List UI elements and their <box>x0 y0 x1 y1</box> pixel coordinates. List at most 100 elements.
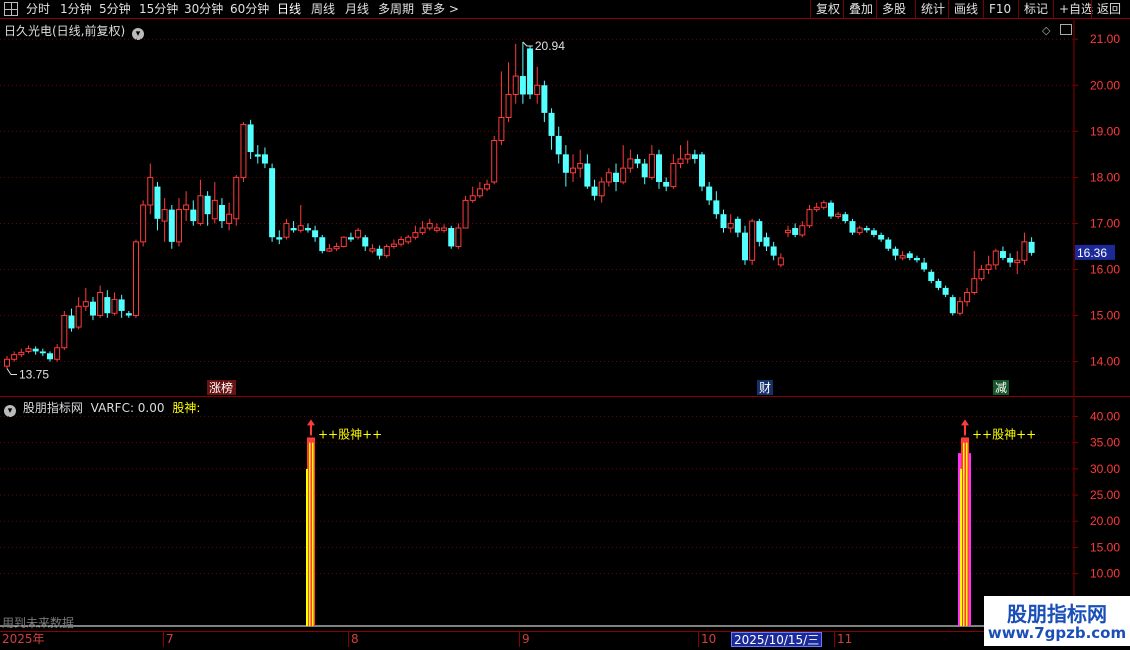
watermark-title: 股朋指标网 <box>1007 602 1107 626</box>
indicator-chart[interactable]: 40.00 35.00 30.00 25.00 20.00 15.00 10.00 ++股神… <box>0 398 1130 630</box>
toolbar-button-3[interactable]: 统计 <box>915 0 950 19</box>
candle-body <box>720 214 727 229</box>
indicator-tick-label: 35.00 <box>1090 436 1120 450</box>
date-label-oct: 10 <box>698 632 716 647</box>
low-marker <box>6 368 17 375</box>
date-label-jul: 7 <box>163 632 174 647</box>
period-10[interactable]: 更多 > <box>421 1 459 18</box>
toolbar-button-4[interactable]: 画线 <box>948 0 983 19</box>
period-9[interactable]: 多周期 <box>378 1 414 18</box>
period-8[interactable]: 月线 <box>345 1 369 18</box>
candle-body <box>971 278 978 293</box>
period-7[interactable]: 周线 <box>311 1 335 18</box>
candle-body <box>46 353 53 360</box>
candle-body <box>620 167 627 183</box>
candle-body <box>741 232 748 261</box>
candle-body <box>992 250 999 266</box>
signal-bar-red <box>307 437 315 626</box>
candles <box>4 41 1035 369</box>
candle-body <box>498 117 505 142</box>
period-3[interactable]: 15分钟 <box>139 1 178 18</box>
candle-body <box>218 205 225 222</box>
candle-body <box>942 287 949 295</box>
period-2[interactable]: 5分钟 <box>99 1 131 18</box>
candle-body <box>949 297 956 314</box>
signal-bar-yellow <box>309 442 311 626</box>
signal-arrowhead <box>961 419 969 426</box>
candle-body <box>591 186 598 196</box>
date-label-sep: 9 <box>519 632 530 647</box>
candle-body <box>799 225 806 236</box>
candle-body <box>784 229 791 234</box>
indicator-tick-label: 25.00 <box>1090 488 1120 502</box>
toolbar-button-2[interactable]: 多股 <box>876 0 911 19</box>
candle-body <box>512 75 519 95</box>
candle-body <box>727 222 734 229</box>
candle-body <box>261 154 268 164</box>
candle-body <box>89 301 96 316</box>
candle-body <box>283 222 290 238</box>
candle-body <box>412 232 419 238</box>
candle-body <box>197 195 204 224</box>
signal-bars: ++股神++ ++股神++ <box>306 419 1036 626</box>
toolbar-button-6[interactable]: 标记 <box>1018 0 1053 19</box>
candle-body <box>677 158 684 165</box>
candle-body <box>426 222 433 229</box>
candle-body <box>562 154 569 173</box>
candle-body <box>441 227 448 231</box>
period-5[interactable]: 60分钟 <box>230 1 269 18</box>
high-marker <box>522 41 533 47</box>
toolbar-button-1[interactable]: 叠加 <box>843 0 878 19</box>
period-0[interactable]: 分时 <box>26 1 50 18</box>
period-1[interactable]: 1分钟 <box>60 1 92 18</box>
candle-body <box>1014 259 1021 264</box>
candle-body <box>570 167 577 174</box>
candle-body <box>190 209 197 222</box>
candle-body <box>32 348 39 352</box>
candle-body <box>233 176 240 220</box>
candle-body <box>140 204 147 243</box>
candle-body <box>878 234 885 240</box>
candle-body <box>340 236 347 247</box>
candle-body <box>734 218 741 233</box>
toolbar-button-5[interactable]: F10 <box>983 0 1016 19</box>
candle-body <box>304 228 311 231</box>
candle-body <box>634 158 641 164</box>
candle-body <box>835 213 842 218</box>
watermark: 股朋指标网 www.7gpzb.com <box>984 596 1130 646</box>
price-tick-label: 21.00 <box>1090 32 1120 46</box>
candle-body <box>312 230 319 238</box>
candle-body <box>1028 241 1035 253</box>
toolbar-button-0[interactable]: 复权 <box>810 0 845 19</box>
layout-grid-icon[interactable] <box>4 2 18 16</box>
toolbar-button-8[interactable]: 返回 <box>1091 0 1126 19</box>
candle-body <box>226 213 233 224</box>
candle-body <box>756 221 763 242</box>
candle-body <box>118 299 125 311</box>
price-tick-label: 16.00 <box>1090 262 1120 276</box>
event-tag: 减 <box>995 381 1007 395</box>
event-tag: 财 <box>759 381 771 395</box>
period-6[interactable]: 日线 <box>277 1 301 18</box>
candle-body <box>75 305 82 328</box>
candlestick-chart[interactable]: 21.00 20.00 19.00 18.00 17.00 16.00 15.00 14.00… <box>0 20 1130 397</box>
candle-body <box>899 255 906 259</box>
candle-body <box>548 112 555 136</box>
candle-body <box>390 243 397 247</box>
date-axis: 2025年 7 8 9 10 2025/10/15/三 11 <box>0 631 1130 647</box>
period-4[interactable]: 30分钟 <box>184 1 223 18</box>
candle-body <box>792 228 799 235</box>
candle-body <box>527 48 534 95</box>
candle-body <box>777 257 784 266</box>
candle-body <box>104 297 111 314</box>
candle-body <box>204 195 211 215</box>
candle-body <box>763 237 770 247</box>
date-label-year: 2025年 <box>2 632 45 646</box>
low-price-label: 13.75 <box>19 367 49 381</box>
candle-body <box>641 163 648 178</box>
candle-body <box>376 248 383 256</box>
candle-body <box>813 206 820 211</box>
current-price-label: 16.36 <box>1077 246 1107 260</box>
candle-body <box>605 172 612 183</box>
price-tick-label: 15.00 <box>1090 309 1120 323</box>
